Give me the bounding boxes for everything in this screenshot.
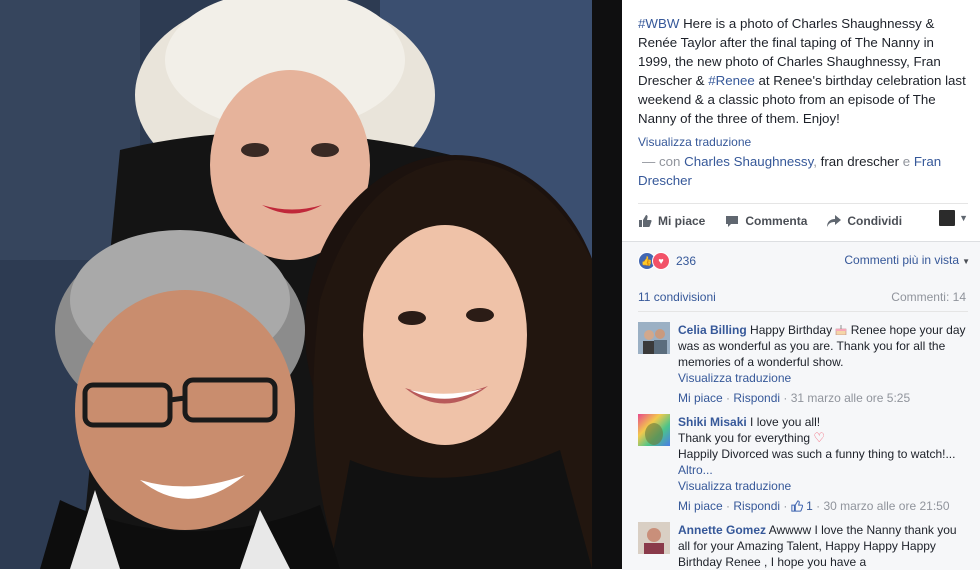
thumbs-up-icon	[791, 500, 803, 512]
sort-label: Commenti più in vista	[844, 253, 960, 267]
comment-body: Shiki Misaki I love you all! Thank you f…	[678, 414, 970, 514]
hashtag-wbw[interactable]: #WBW	[638, 16, 679, 31]
like-label: Mi piace	[658, 214, 706, 228]
chevron-down-icon: ▼	[959, 213, 968, 223]
shares-count[interactable]: 11 condivisioni	[638, 290, 716, 304]
comment-line-3: Happily Divorced was such a funny thing …	[678, 447, 956, 461]
tagged-person-fran-lower[interactable]: fran drescher	[821, 154, 899, 169]
share-label: Condividi	[847, 214, 903, 228]
tagged-person-charles[interactable]: Charles Shaughnessy	[684, 154, 813, 169]
post-as-selector[interactable]: ▼	[939, 210, 968, 226]
divider	[638, 311, 968, 312]
post-sidebar: #WBW Here is a photo of Charles Shaughne…	[622, 0, 980, 570]
tagged-people: — con Charles Shaughnessy, fran drescher…	[638, 152, 970, 190]
comment-line-1: I love you all!	[750, 415, 821, 429]
comment-meta: Mi piace · Rispondi · 31 marzo alle ore …	[678, 391, 911, 405]
comment-author[interactable]: Celia Billing	[678, 323, 747, 337]
comment-meta: Mi piace · Rispondi · 1 · 30 marzo alle …	[678, 499, 950, 513]
hashtag-renee[interactable]: #Renee	[708, 73, 755, 88]
comment-label: Commenta	[745, 214, 808, 228]
photo-illustration	[0, 0, 592, 569]
post-caption: #WBW Here is a photo of Charles Shaughne…	[638, 14, 970, 128]
love-reaction-icon: ♥	[652, 252, 670, 270]
comment-body: Celia Billing Happy Birthday Renee hope …	[678, 322, 970, 406]
like-button[interactable]: Mi piace	[638, 214, 705, 228]
comment-likes-count[interactable]: 1	[806, 499, 813, 513]
tagged-sep-1: ,	[813, 154, 817, 169]
share-icon	[827, 215, 842, 227]
comment-translate-link[interactable]: Visualizza traduzione	[678, 478, 970, 494]
see-more-link[interactable]: Altro...	[678, 463, 713, 477]
commenter-avatar[interactable]	[638, 322, 670, 354]
comment-like-link[interactable]: Mi piace	[678, 391, 723, 405]
comment-author[interactable]: Annette Gomez	[678, 523, 766, 537]
comment-icon	[726, 216, 739, 227]
see-translation-link[interactable]: Visualizza traduzione	[638, 135, 751, 149]
comment-body: Annette Gomez Awwww I love the Nanny tha…	[678, 522, 970, 570]
comment-sort-dropdown[interactable]: Commenti più in vista ▼	[844, 253, 970, 267]
comment-item: Annette Gomez Awwww I love the Nanny tha…	[638, 522, 972, 569]
thumbs-up-icon	[639, 215, 652, 227]
comment-reply-link[interactable]: Rispondi	[733, 499, 780, 513]
commenter-avatar[interactable]	[638, 522, 670, 554]
comment-button[interactable]: Commenta	[725, 214, 807, 228]
comment-item: Shiki Misaki I love you all! Thank you f…	[638, 414, 972, 514]
avatar	[939, 210, 956, 226]
reactions-summary[interactable]: 👍 ♥ 236	[638, 252, 696, 270]
post-photo[interactable]	[0, 0, 622, 569]
caret-down-icon: ▼	[962, 257, 970, 266]
heart-icon: ♡	[813, 430, 826, 445]
comment-translate-link[interactable]: Visualizza traduzione	[678, 370, 970, 386]
comment-item: Celia Billing Happy Birthday Renee hope …	[638, 322, 972, 405]
post-actions-bar: Mi piace Commenta Condividi	[638, 203, 968, 238]
comments-count: Commenti: 14	[891, 290, 966, 304]
reactions-count: 236	[676, 254, 697, 268]
comment-author[interactable]: Shiki Misaki	[678, 415, 747, 429]
share-button[interactable]: Condividi	[827, 214, 902, 228]
comment-line-2: Thank you for everything	[678, 431, 811, 445]
comment-time[interactable]: 31 marzo alle ore 5:25	[791, 391, 910, 405]
tagged-sep-2: e	[902, 154, 911, 169]
comment-reply-link[interactable]: Rispondi	[733, 391, 780, 405]
commenter-avatar[interactable]	[638, 414, 670, 446]
birthday-cake-icon	[836, 325, 847, 335]
comment-text-a: Happy Birthday	[750, 323, 833, 337]
comment-like-link[interactable]: Mi piace	[678, 499, 723, 513]
photo-letterbox	[592, 0, 622, 569]
comment-time[interactable]: 30 marzo alle ore 21:50	[823, 499, 949, 513]
with-prefix: — con	[642, 154, 681, 169]
